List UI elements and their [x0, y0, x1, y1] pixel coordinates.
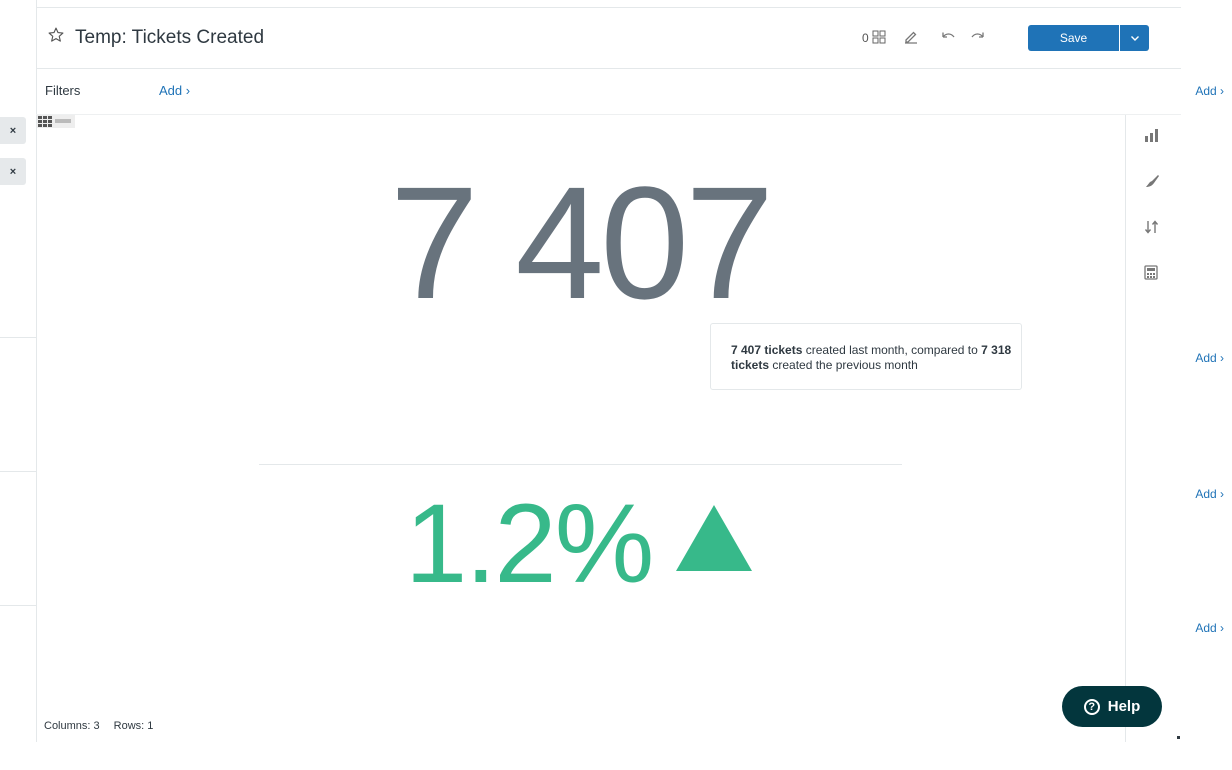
resize-corner [1177, 736, 1180, 739]
left-divider [0, 337, 36, 338]
current-value-text: 7 407 tickets [731, 343, 803, 357]
close-icon: × [9, 124, 17, 137]
tooltip-middle-text: created last month, compared to [802, 343, 982, 357]
left-add-link-1[interactable]: Add › [1195, 84, 1224, 98]
header-bottom-border [36, 68, 1181, 69]
undo-icon[interactable] [940, 31, 956, 43]
metric-value: 7 407 [389, 153, 774, 332]
result-summary: Columns: 3 Rows: 1 [44, 720, 153, 732]
help-label: Help [1107, 698, 1141, 715]
paintbrush-icon[interactable] [1144, 174, 1160, 188]
page-title: Temp: Tickets Created [75, 27, 265, 48]
toolbar-counter: 0 [862, 31, 869, 45]
help-icon: ? [1083, 698, 1100, 715]
save-options-button[interactable] [1120, 25, 1149, 51]
rows-count: Rows: 1 [113, 720, 154, 732]
comparison-tooltip: 7 407 tickets created last month, compar… [710, 323, 1022, 390]
edit-pencil-icon[interactable] [903, 29, 919, 45]
columns-count: Columns: 3 [44, 720, 100, 732]
table-grid-icon[interactable] [37, 115, 75, 128]
filters-bottom-border [36, 114, 1181, 115]
layout-toggle-button[interactable]: 0 [862, 30, 886, 45]
star-icon[interactable] [47, 26, 65, 44]
sort-icon[interactable] [1144, 220, 1160, 234]
header-top-border [36, 7, 1181, 8]
redo-icon[interactable] [970, 31, 986, 43]
tooltip-end-text: created the previous month [769, 358, 918, 372]
left-add-link-2[interactable]: Add › [1195, 351, 1224, 365]
change-percent: 1.2% [405, 481, 654, 606]
right-rail-divider [1125, 115, 1126, 742]
filters-add-link[interactable]: Add › [159, 83, 190, 98]
layout-grid-icon [872, 30, 886, 44]
remove-button[interactable]: × [0, 158, 26, 185]
save-button[interactable]: Save [1028, 25, 1119, 51]
left-divider [0, 471, 36, 472]
left-panel [0, 0, 37, 742]
trend-up-icon [676, 505, 752, 571]
left-divider [0, 605, 36, 606]
chevron-down-icon [1130, 35, 1140, 42]
bar-chart-icon[interactable] [1144, 128, 1160, 142]
left-add-link-4[interactable]: Add › [1195, 621, 1224, 635]
calculator-icon[interactable] [1144, 265, 1158, 280]
remove-button[interactable]: × [0, 117, 26, 144]
left-add-link-3[interactable]: Add › [1195, 487, 1224, 501]
help-button[interactable]: ? Help [1062, 686, 1162, 727]
close-icon: × [9, 165, 17, 178]
metric-separator [259, 464, 902, 465]
filters-label: Filters [45, 83, 81, 98]
